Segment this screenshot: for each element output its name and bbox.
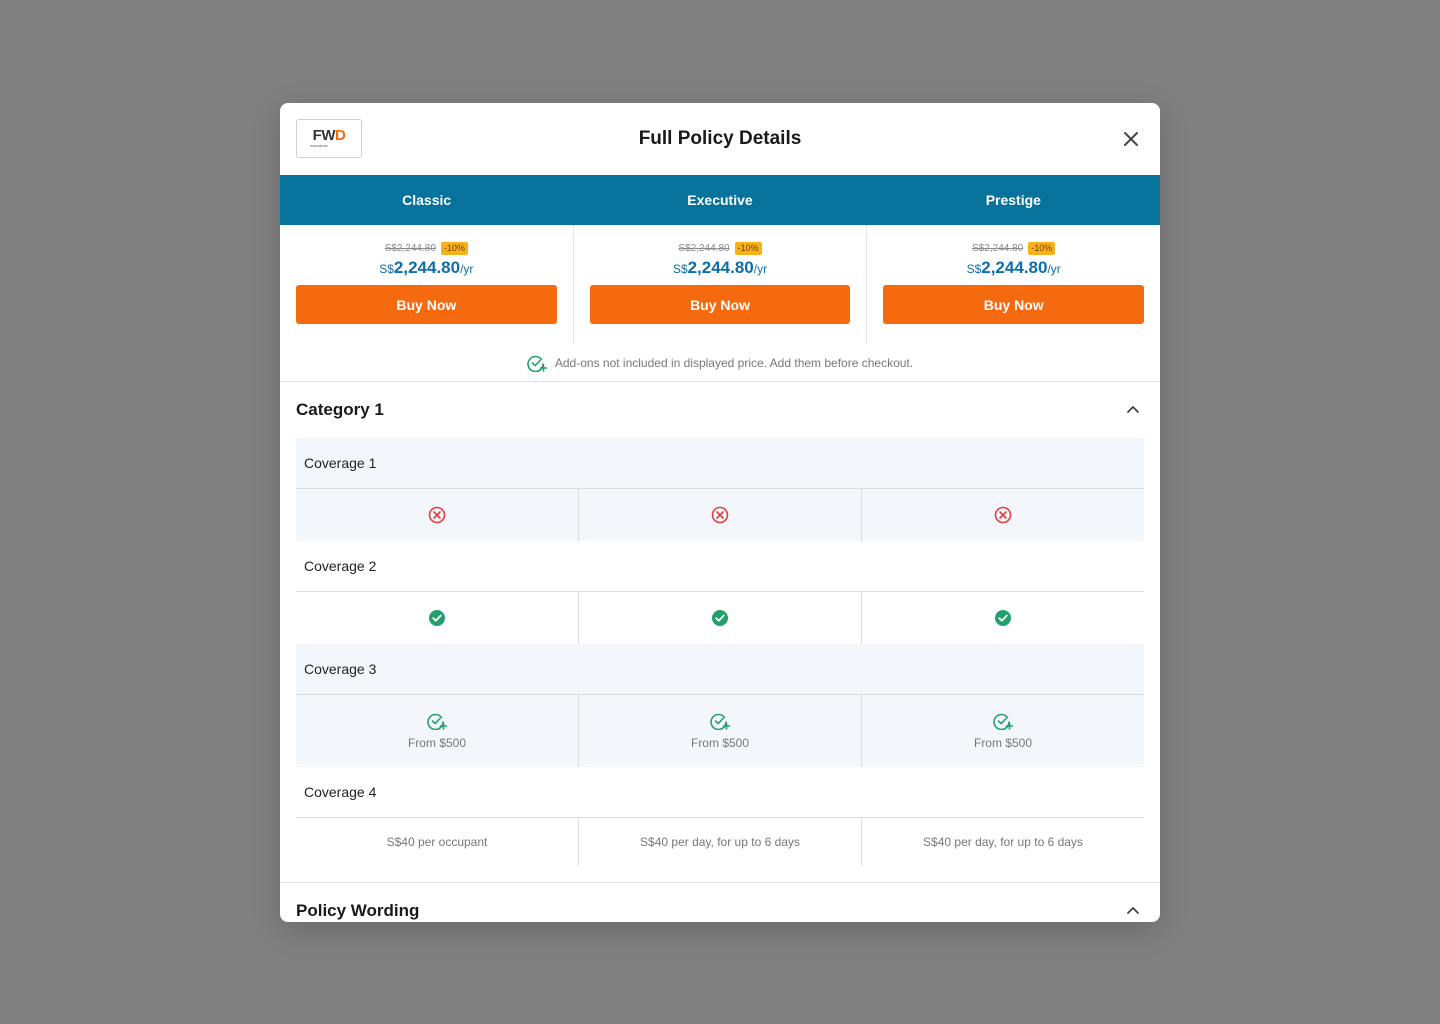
price-value: 2,244.80 [393,258,461,277]
buy-now-button-prestige[interactable]: Buy Now [883,285,1145,324]
coverage-cell [296,489,578,541]
coverage-label: Coverage 2 [296,541,1144,592]
coverage-values-row: From $500 From $500 From $500 [296,695,1144,767]
cross-circle-icon [428,506,446,524]
category-header[interactable]: Category 1 [280,382,1160,438]
buy-now-button-classic[interactable]: Buy Now [296,285,557,324]
plan-price-prestige: S$2,244.80 -10% S$ 2,244.80 /yr Buy Now [866,225,1160,344]
coverage-cell [861,592,1144,644]
coverage-value-text: From $500 [407,736,467,750]
plan-name-classic: Classic [402,192,452,208]
check-plus-icon [427,713,447,730]
chevron-up-icon[interactable] [1126,405,1140,415]
coverage-cell: S$40 per occupant [296,818,578,866]
currency-prefix: S$ [966,262,982,276]
coverage-cell [861,489,1144,541]
original-price: S$2,244.80 [678,243,730,254]
coverage-label: Coverage 3 [296,644,1144,695]
coverage-value-text: S$40 per day, for up to 6 days [923,835,1083,849]
coverage-cell [296,592,578,644]
coverage-cell: From $500 [861,695,1144,767]
price-value: 2,244.80 [687,258,754,277]
coverage-table: Coverage 1 Coverage 2 Coverage 3 From $5… [296,438,1144,866]
logo-subtext: insurance [310,143,328,148]
category-title: Category 1 [296,400,384,419]
check-plus-icon [527,355,547,372]
close-icon [1124,132,1138,146]
close-button[interactable] [1120,128,1142,150]
modal-header: FWD insurance Full Policy Details [280,103,1160,175]
check-plus-icon [710,713,730,730]
price-period: /yr [460,262,474,276]
coverage-cell: From $500 [296,695,578,767]
plan-name-executive: Executive [687,192,753,208]
cross-circle-icon [711,506,729,524]
currency-prefix: S$ [672,262,688,276]
coverage-values-row [296,489,1144,541]
coverage-value-text: From $500 [973,736,1033,750]
policy-details-modal: FWD insurance Full Policy Details Classi… [280,103,1160,922]
plan-name-prestige: Prestige [985,192,1041,208]
plan-header-bar: Classic Executive Prestige [280,175,1160,225]
coverage-value-text: S$40 per occupant [386,835,488,849]
original-price: S$2,244.80 [384,243,436,254]
price-row: S$2,244.80 -10% S$ 2,244.80 /yr Buy Now … [280,225,1160,344]
original-price-line: S$2,244.80 -10% [972,241,1056,256]
coverage-value-text: S$40 per day, for up to 6 days [640,835,800,849]
fwd-logo: FWD insurance [296,119,362,158]
check-plus-icon [993,713,1013,730]
coverage-label: Coverage 1 [296,438,1144,489]
cross-circle-icon [994,506,1012,524]
chevron-up-icon[interactable] [1126,906,1140,916]
policy-wording-title: Policy Wording [296,901,420,920]
logo-text: FWD [312,127,346,144]
coverage-value-text: From $500 [690,736,750,750]
coverage-cell: From $500 [578,695,861,767]
addon-note-text: Add-ons not included in displayed price.… [554,355,914,370]
plan-price-executive: S$2,244.80 -10% S$ 2,244.80 /yr Buy Now [572,225,867,344]
discount-badge: -10% [734,242,762,255]
check-circle-icon [712,610,728,626]
discount-badge: -10% [1028,242,1056,255]
addon-note: Add-ons not included in displayed price.… [280,344,1160,382]
price-value: 2,244.80 [981,258,1048,277]
original-price-line: S$2,244.80 -10% [678,241,762,256]
current-price: S$ 2,244.80 /yr [967,258,1061,278]
check-circle-icon [995,610,1011,626]
current-price: S$ 2,244.80 /yr [379,258,473,278]
coverage-cell: S$40 per day, for up to 6 days [578,818,861,866]
coverage-values-row: S$40 per occupant S$40 per day, for up t… [296,818,1144,866]
original-price-line: S$2,244.80 -10% [385,241,468,256]
coverage-label: Coverage 4 [296,767,1144,818]
price-period: /yr [753,262,768,276]
plan-price-classic: S$2,244.80 -10% S$ 2,244.80 /yr Buy Now [280,225,573,344]
discount-badge: -10% [440,242,468,255]
coverage-cell [578,592,861,644]
currency-prefix: S$ [379,262,394,276]
modal-title: Full Policy Details [638,128,802,149]
buy-now-button-executive[interactable]: Buy Now [589,285,851,324]
current-price: S$ 2,244.80 /yr [673,258,767,278]
coverage-values-row [296,592,1144,644]
policy-wording-header[interactable]: Policy Wording [280,883,1160,922]
original-price: S$2,244.80 [972,243,1024,254]
coverage-cell [578,489,861,541]
check-circle-icon [429,610,445,626]
price-period: /yr [1047,262,1061,276]
coverage-cell: S$40 per day, for up to 6 days [861,818,1144,866]
